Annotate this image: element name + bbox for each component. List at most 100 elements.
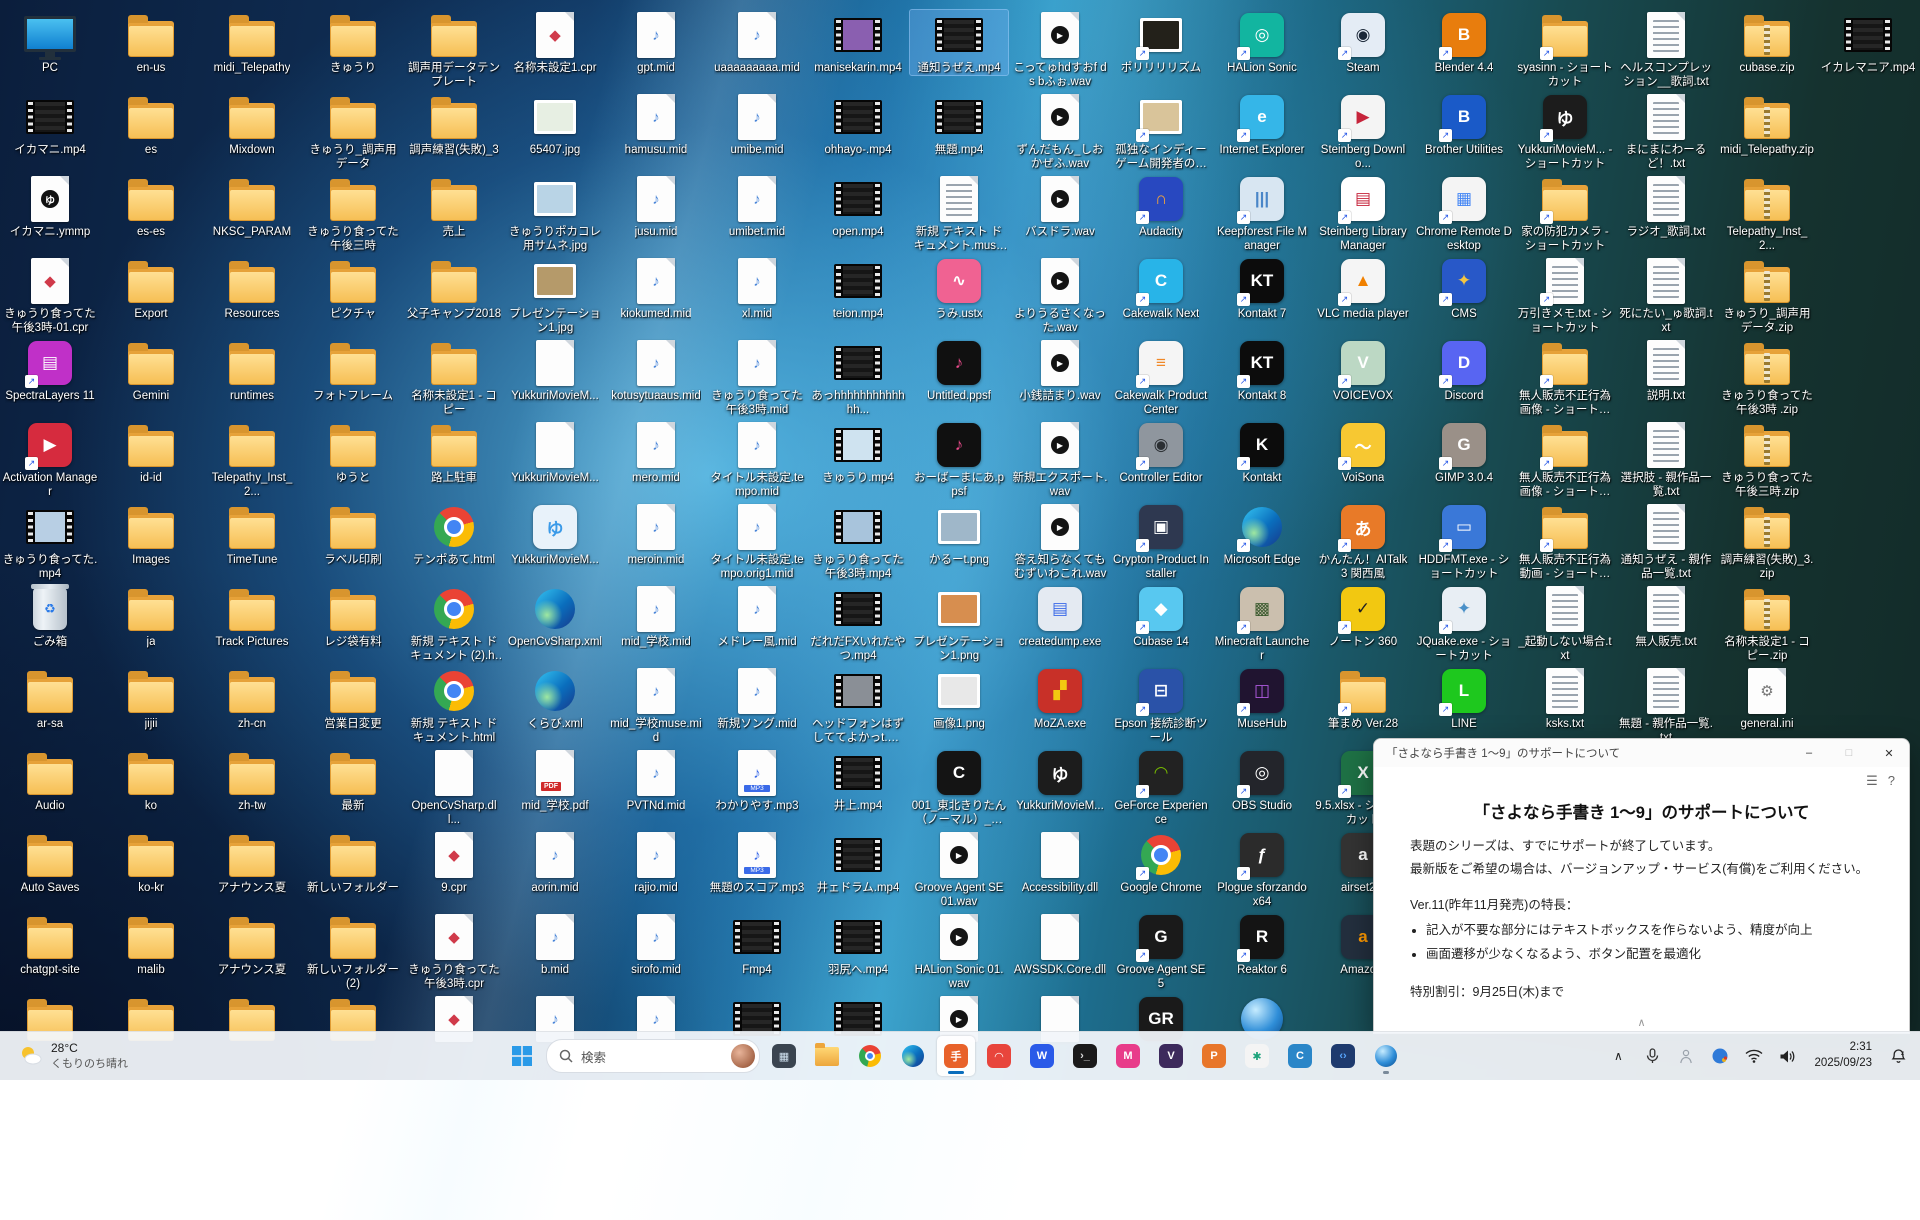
- desktop-icon[interactable]: 無題 - 親作品一覧.txt: [1617, 666, 1715, 745]
- desktop-icon[interactable]: ゆ↗YukkuriMovieM... - ショートカット: [1516, 92, 1614, 171]
- help-icon[interactable]: ?: [1888, 773, 1895, 789]
- desktop-icon[interactable]: ヘッドフォンはずしててよかっt.mp4: [809, 666, 907, 745]
- desktop-icon[interactable]: ♪mid_学校.mid: [607, 584, 705, 649]
- desktop-icon[interactable]: ◎↗HALion Sonic: [1213, 10, 1311, 75]
- desktop-icon[interactable]: ♪umibet.mid: [708, 174, 806, 239]
- tray-blue-sphere-icon[interactable]: [1706, 1038, 1734, 1074]
- desktop-icon[interactable]: ↗筆まめ Ver.28: [1314, 666, 1412, 731]
- taskbar-app-chrome[interactable]: [851, 1036, 889, 1076]
- desktop-icon[interactable]: ▤↗SpectraLayers 11: [1, 338, 99, 403]
- desktop-icon[interactable]: ラジオ_歌詞.txt: [1617, 174, 1715, 239]
- desktop-icon[interactable]: malib: [102, 912, 200, 977]
- desktop-icon[interactable]: ▦↗Chrome Remote Desktop: [1415, 174, 1513, 253]
- microphone-icon[interactable]: [1638, 1038, 1666, 1074]
- desktop-icon[interactable]: ◎↗OBS Studio: [1213, 748, 1311, 813]
- desktop-icon[interactable]: ♪Untitled.ppsf: [910, 338, 1008, 403]
- desktop-icon[interactable]: Mixdown: [203, 92, 301, 157]
- desktop-icon[interactable]: きゅうり食ってた.mp4: [1, 502, 99, 581]
- desktop-icon[interactable]: 〜↗VoiSona: [1314, 420, 1412, 485]
- desktop-icon[interactable]: プレゼンテーション1.png: [910, 584, 1008, 663]
- desktop-icon[interactable]: ◫↗MuseHub: [1213, 666, 1311, 731]
- desktop-icon[interactable]: ↗syasinn - ショートカット: [1516, 10, 1614, 89]
- taskbar-app-edge[interactable]: [894, 1036, 932, 1076]
- desktop-icon[interactable]: ↗Google Chrome: [1112, 830, 1210, 895]
- list-icon[interactable]: ☰: [1866, 773, 1878, 789]
- desktop-icon[interactable]: zh-cn: [203, 666, 301, 731]
- desktop-icon[interactable]: 名称未設定1 - コピー.zip: [1718, 584, 1816, 663]
- desktop-icon[interactable]: ▶小銭詰まり.wav: [1011, 338, 1109, 403]
- desktop-icon[interactable]: ♪hamusu.mid: [607, 92, 705, 157]
- volume-icon[interactable]: [1774, 1038, 1802, 1074]
- desktop-icon[interactable]: ヘルスコンプレッション__歌詞.txt: [1617, 10, 1715, 89]
- desktop-icon[interactable]: ♪メドレー風.mid: [708, 584, 806, 649]
- desktop-icon[interactable]: 営業日変更: [304, 666, 402, 731]
- desktop-icon[interactable]: ♪meroin.mid: [607, 502, 705, 567]
- desktop-icon[interactable]: ゆうと: [304, 420, 402, 485]
- tray-person-icon[interactable]: [1672, 1038, 1700, 1074]
- desktop-icon[interactable]: きゅうり: [304, 10, 402, 75]
- desktop-icon[interactable]: ラベル印刷: [304, 502, 402, 567]
- desktop-icon[interactable]: Auto Saves: [1, 830, 99, 895]
- desktop-icon[interactable]: ♪sirofo.mid: [607, 912, 705, 977]
- desktop-icon[interactable]: ⊟↗Epson 接続診断ツール: [1112, 666, 1210, 745]
- desktop-icon[interactable]: L↗LINE: [1415, 666, 1513, 731]
- desktop-icon[interactable]: zh-tw: [203, 748, 301, 813]
- desktop-icon[interactable]: 父子キャンプ2018: [405, 256, 503, 321]
- taskbar-app-code[interactable]: ‹›: [1324, 1036, 1362, 1076]
- desktop-icon[interactable]: ♪新規ソング.mid: [708, 666, 806, 731]
- desktop-icon[interactable]: B↗Blender 4.4: [1415, 10, 1513, 75]
- desktop-icon[interactable]: ♪rajio.mid: [607, 830, 705, 895]
- desktop-icon[interactable]: ↗無人販売不正行為動画 - ショートカット: [1516, 502, 1614, 581]
- desktop-icon[interactable]: ▶バスドラ.wav: [1011, 174, 1109, 239]
- desktop-icon[interactable]: id-id: [102, 420, 200, 485]
- desktop-icon[interactable]: ♪kotusytuaaus.mid: [607, 338, 705, 403]
- desktop-icon[interactable]: ↗無人販売不正行為画像 - ショートカッ...: [1516, 338, 1614, 417]
- desktop-icon[interactable]: 最新: [304, 748, 402, 813]
- desktop-icon[interactable]: ▶↗Steinberg Downlo...: [1314, 92, 1412, 171]
- desktop-icon[interactable]: ƒ↗Plogue sforzando x64: [1213, 830, 1311, 909]
- desktop-icon[interactable]: 調声練習(失敗)_3: [405, 92, 503, 157]
- desktop-icon[interactable]: TimeTune: [203, 502, 301, 567]
- desktop-icon[interactable]: ◆↗Cubase 14: [1112, 584, 1210, 649]
- desktop-icon[interactable]: ar-sa: [1, 666, 99, 731]
- taskbar-app-chatgpt[interactable]: ✱: [1238, 1036, 1276, 1076]
- desktop-icon[interactable]: 無題.mp4: [910, 92, 1008, 157]
- desktop-icon[interactable]: es: [102, 92, 200, 157]
- minimize-button[interactable]: –: [1789, 739, 1829, 767]
- desktop-icon[interactable]: Resources: [203, 256, 301, 321]
- desktop-icon[interactable]: Export: [102, 256, 200, 321]
- desktop-icon[interactable]: V↗VOICEVOX: [1314, 338, 1412, 403]
- desktop-icon[interactable]: YukkuriMovieM...: [506, 420, 604, 485]
- desktop-icon[interactable]: あっhhhhhhhhhhhhh...: [809, 338, 907, 417]
- desktop-icon[interactable]: ▤↗Steinberg Library Manager: [1314, 174, 1412, 253]
- maximize-button[interactable]: □: [1829, 739, 1869, 767]
- desktop-icon[interactable]: ▶答え知らなくてもむずいわこれ.wav: [1011, 502, 1109, 581]
- desktop-icon[interactable]: Telepathy_Inst_2...: [203, 420, 301, 499]
- desktop-icon[interactable]: ピクチャ: [304, 256, 402, 321]
- desktop-icon[interactable]: ∿うみ.ustx: [910, 256, 1008, 321]
- taskbar-app-app-orange-p[interactable]: P: [1195, 1036, 1233, 1076]
- desktop-icon[interactable]: manisekarin.mp4: [809, 10, 907, 75]
- tray-chevron-up-icon[interactable]: ∧: [1604, 1038, 1632, 1074]
- desktop-icon[interactable]: ♪gpt.mid: [607, 10, 705, 75]
- desktop-icon[interactable]: ↗家の防犯カメラ - ショートカット: [1516, 174, 1614, 253]
- desktop-icon[interactable]: 説明.txt: [1617, 338, 1715, 403]
- desktop-icon[interactable]: YukkuriMovieM...: [506, 338, 604, 403]
- desktop-icon[interactable]: きゅうり食ってた午後3時 .zip: [1718, 338, 1816, 417]
- desktop-icon[interactable]: 井ェドラム.mp4: [809, 830, 907, 895]
- desktop-icon[interactable]: K↗Kontakt: [1213, 420, 1311, 485]
- desktop-icon[interactable]: Gemini: [102, 338, 200, 403]
- desktop-icon[interactable]: ◆きゅうり食ってた午後3時.cpr: [405, 912, 503, 991]
- desktop-icon[interactable]: 路上駐車: [405, 420, 503, 485]
- desktop-icon[interactable]: ▣↗Crypton Product Installer: [1112, 502, 1210, 581]
- weather-widget[interactable]: 28°C くもりのち晴れ: [10, 1036, 136, 1076]
- desktop-icon[interactable]: くらび.xml: [506, 666, 604, 731]
- desktop-icon[interactable]: 無人販売.txt: [1617, 584, 1715, 649]
- desktop-icon[interactable]: アナウンス夏: [203, 830, 301, 895]
- desktop-icon[interactable]: e↗Internet Explorer: [1213, 92, 1311, 157]
- desktop-icon[interactable]: Accessibility.dll: [1011, 830, 1109, 895]
- desktop-icon[interactable]: ohhayo-.mp4: [809, 92, 907, 157]
- desktop-icon-selected[interactable]: 通知うぜえ.mp4: [910, 10, 1008, 75]
- desktop-icon[interactable]: イカマニ.mp4: [1, 92, 99, 157]
- desktop-icon[interactable]: ♪MP3無題のスコア.mp3: [708, 830, 806, 895]
